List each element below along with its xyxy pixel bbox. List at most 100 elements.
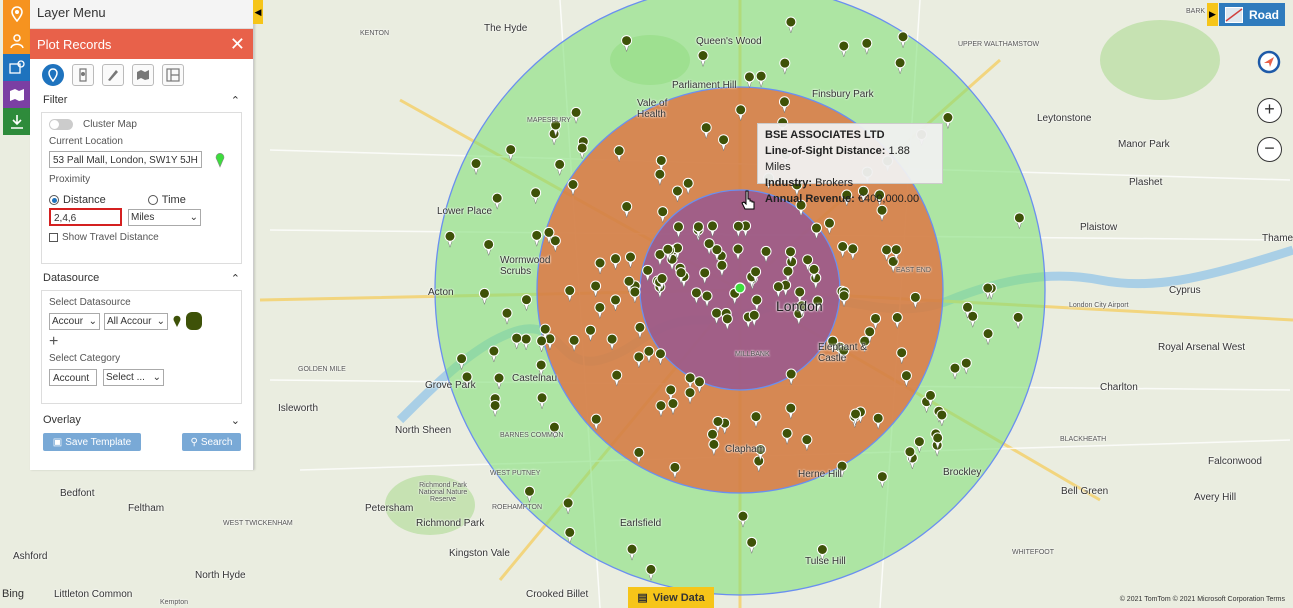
route-icon[interactable] bbox=[72, 64, 94, 86]
distance-input[interactable]: 2,4,6 bbox=[49, 208, 122, 226]
current-location-input[interactable]: 53 Pall Mall, London, SW1Y 5JH bbox=[49, 151, 202, 168]
filter-section-header[interactable]: Filter ⌃ bbox=[30, 91, 253, 109]
tooltip-name: BSE ASSOCIATES LTD bbox=[765, 129, 885, 141]
datasource-section-header[interactable]: Datasource ⌃ bbox=[30, 269, 253, 287]
cluster-map-toggle[interactable] bbox=[49, 119, 73, 130]
map-label: Petersham bbox=[365, 503, 414, 514]
map-label: Falconwood bbox=[1208, 456, 1262, 467]
filter-box: Cluster Map Current Location 53 Pall Mal… bbox=[41, 112, 242, 264]
chevron-down-icon[interactable]: ⌄ bbox=[231, 414, 240, 427]
map-label: Earlsfield bbox=[620, 518, 662, 529]
zoom-in-button[interactable]: + bbox=[1257, 98, 1282, 123]
plot-records-header: Plot Records ✕ bbox=[30, 29, 253, 59]
select-datasource-label: Select Datasource bbox=[49, 297, 131, 308]
unit-select-value: Miles bbox=[131, 211, 155, 223]
category-select[interactable]: Select ... ⌄ bbox=[103, 369, 164, 386]
map-label: UPPER WALTHAMSTOW bbox=[958, 41, 1040, 48]
collapse-panel-button[interactable]: ◀ bbox=[253, 0, 263, 24]
search-button[interactable]: ⚲ Search bbox=[182, 433, 241, 451]
unit-select[interactable]: Miles ⌄ bbox=[128, 208, 201, 226]
download-icon[interactable] bbox=[3, 108, 30, 135]
map-label: Bell Green bbox=[1061, 486, 1109, 497]
layout-icon[interactable] bbox=[162, 64, 184, 86]
pin-color-swatch[interactable] bbox=[186, 312, 202, 330]
map-label: Kempton bbox=[160, 599, 189, 606]
map-label: Ashford bbox=[13, 551, 48, 562]
map-label: The Hyde bbox=[484, 23, 528, 34]
datasource-heading: Datasource bbox=[43, 272, 100, 284]
map-label: Feltham bbox=[128, 503, 165, 514]
time-radio[interactable] bbox=[147, 195, 158, 205]
zoom-out-button[interactable]: − bbox=[1257, 137, 1282, 162]
map-label: Isleworth bbox=[278, 403, 319, 414]
map-label: Cyprus bbox=[1169, 285, 1201, 296]
map-label: Richmond Park bbox=[416, 518, 485, 529]
map-label: North Sheen bbox=[395, 425, 452, 436]
chevron-down-icon: ⌄ bbox=[156, 315, 165, 327]
view-data-button[interactable]: ▤ View Data bbox=[628, 587, 714, 608]
view-select-value: All Accour bbox=[107, 315, 152, 327]
chevron-up-icon[interactable]: ⌃ bbox=[231, 94, 240, 107]
map-label: Richmond Park National Nature Reserve bbox=[418, 482, 468, 503]
map-label: Crooked Billet bbox=[526, 589, 589, 600]
chevron-down-icon: ⌄ bbox=[189, 211, 198, 223]
locations-icon[interactable] bbox=[3, 54, 30, 81]
map-label: Plashet bbox=[1129, 177, 1163, 188]
plot-pin-icon[interactable] bbox=[42, 64, 64, 86]
view-data-label: View Data bbox=[652, 591, 705, 604]
map-label: Thame bbox=[1262, 233, 1293, 244]
map-label: BARK bbox=[1186, 8, 1206, 15]
road-map-style-button[interactable]: Road bbox=[1219, 3, 1285, 26]
map-label: GOLDEN MILE bbox=[298, 366, 346, 373]
cluster-map-label: Cluster Map bbox=[83, 119, 137, 130]
tooltip-revenue-label: Annual Revenue: bbox=[765, 193, 855, 205]
map-label: BLACKHEATH bbox=[1060, 436, 1107, 443]
pin-style-icon[interactable] bbox=[172, 314, 182, 328]
people-icon[interactable] bbox=[3, 27, 30, 54]
category-entity-input[interactable]: Account bbox=[49, 369, 97, 386]
territory-icon[interactable] bbox=[3, 81, 30, 108]
map-label: Acton bbox=[428, 287, 454, 298]
map-style-expand-button[interactable]: ▶ bbox=[1207, 3, 1218, 26]
map-label: Herne Hill bbox=[798, 469, 842, 480]
map-label: Manor Park bbox=[1118, 139, 1170, 150]
hand-cursor-icon bbox=[741, 190, 755, 210]
record-tooltip: BSE ASSOCIATES LTD Line-of-Sight Distanc… bbox=[757, 123, 943, 205]
map-label: Bedfont bbox=[60, 488, 95, 499]
chevron-up-icon[interactable]: ⌃ bbox=[231, 272, 240, 285]
region-icon[interactable] bbox=[132, 64, 154, 86]
map-label: MAPESBURY bbox=[527, 117, 571, 124]
overlay-section-header[interactable]: Overlay ⌄ bbox=[30, 411, 253, 429]
map-label: Parliament Hill bbox=[672, 80, 737, 91]
map-label: WEST TWICKENHAM bbox=[223, 520, 293, 527]
tooltip-industry-label: Industry: bbox=[765, 177, 813, 189]
center-location-pin[interactable] bbox=[734, 282, 746, 294]
locate-me-icon[interactable] bbox=[1257, 50, 1281, 74]
map-label: Lower Place bbox=[437, 206, 493, 217]
tooltip-distance-label: Line-of-Sight Distance: bbox=[765, 145, 886, 157]
map-label: Royal Arsenal West bbox=[1158, 342, 1246, 353]
close-icon[interactable]: ✕ bbox=[230, 34, 245, 55]
draw-icon[interactable] bbox=[102, 64, 124, 86]
add-datasource-icon[interactable]: + bbox=[49, 333, 58, 351]
view-select[interactable]: All Accour ⌄ bbox=[104, 312, 168, 330]
show-travel-distance-checkbox[interactable] bbox=[49, 233, 58, 242]
map-pin-icon[interactable] bbox=[3, 0, 30, 27]
chevron-left-icon: ◀ bbox=[254, 6, 262, 17]
overlay-heading: Overlay bbox=[43, 414, 81, 426]
distance-radio[interactable] bbox=[49, 195, 59, 205]
map-label: Brockley bbox=[943, 467, 982, 478]
proximity-label: Proximity bbox=[49, 174, 91, 185]
datasource-box: Select Datasource Accour ⌄ All Accour ⌄ … bbox=[41, 290, 242, 404]
save-template-button[interactable]: ▣ Save Template bbox=[43, 433, 141, 451]
show-travel-distance-label: Show Travel Distance bbox=[62, 232, 159, 243]
chevron-down-icon: ⌄ bbox=[152, 372, 161, 383]
map-label: Littleton Common bbox=[54, 589, 133, 600]
current-location-label: Current Location bbox=[49, 136, 123, 147]
bing-label: Bing bbox=[2, 588, 25, 600]
map-label: Grove Park bbox=[425, 380, 476, 391]
map-label: Vale of Health bbox=[637, 98, 668, 120]
entity-select[interactable]: Accour ⌄ bbox=[49, 312, 100, 330]
filter-heading: Filter bbox=[43, 94, 68, 106]
location-pin-icon[interactable] bbox=[214, 152, 226, 168]
